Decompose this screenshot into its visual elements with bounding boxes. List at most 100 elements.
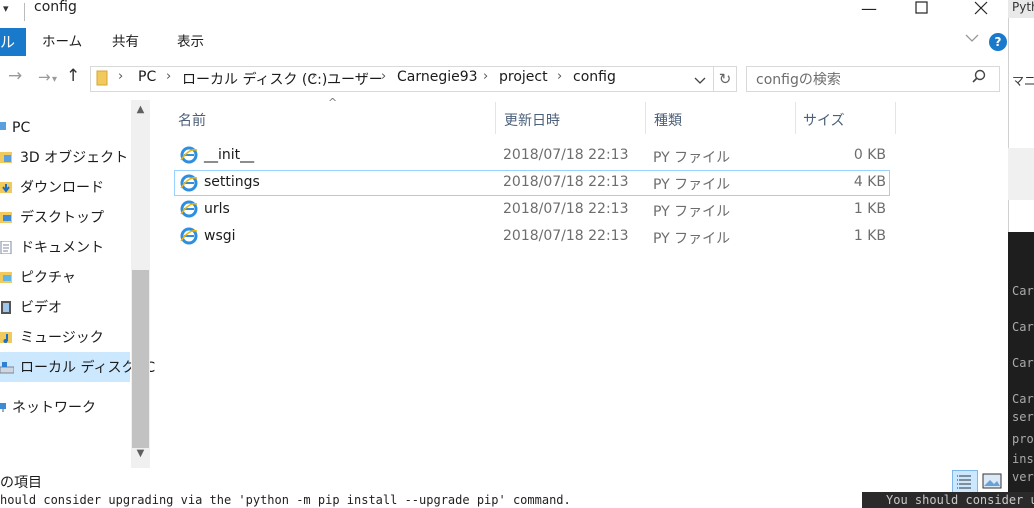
breadcrumb-separator[interactable]: › <box>483 69 488 84</box>
local-disk-icon <box>0 362 14 374</box>
file-row[interactable]: urls 2018/07/18 22:13 PY ファイル 1 KB <box>174 197 890 223</box>
search-icon[interactable] <box>972 69 986 87</box>
python-file-icon <box>180 200 198 218</box>
close-icon <box>974 1 988 15</box>
pictures-folder-icon <box>0 272 12 283</box>
title-separator <box>24 3 25 21</box>
sidebar-item-label: PC <box>12 120 31 136</box>
up-button[interactable]: ↑ <box>66 66 80 86</box>
python-file-icon <box>180 146 198 164</box>
3d-objects-icon <box>0 152 12 163</box>
breadcrumb-separator[interactable]: › <box>311 69 316 84</box>
music-folder-icon <box>0 332 12 343</box>
column-divider[interactable] <box>645 102 646 134</box>
file-type: PY ファイル <box>653 177 731 193</box>
tab-share[interactable]: 共有 <box>112 28 139 56</box>
sidebar-item-label: ダウンロード <box>20 180 104 196</box>
file-date: 2018/07/18 22:13 <box>503 174 629 190</box>
file-size: 4 KB <box>853 174 886 190</box>
column-header-date[interactable]: 更新日時 <box>504 110 560 130</box>
file-date: 2018/07/18 22:13 <box>503 228 629 244</box>
background-window-tab-label: Pyth <box>1012 0 1034 14</box>
large-icons-view-button[interactable] <box>982 472 1002 490</box>
status-item-count: の項目 <box>0 475 42 491</box>
ribbon <box>0 28 1008 56</box>
column-header-size[interactable]: サイズ <box>803 110 845 130</box>
sidebar-scroll-thumb[interactable] <box>132 270 149 448</box>
python-file-icon <box>180 227 198 245</box>
background-window-label: マニ <box>1008 72 1034 92</box>
ribbon-expand-icon[interactable] <box>965 32 979 47</box>
breadcrumb-separator[interactable]: › <box>166 69 171 84</box>
refresh-button[interactable]: ↻ <box>714 66 737 92</box>
background-terminal-line: inst <box>1012 452 1034 466</box>
breadcrumb-separator[interactable]: › <box>557 69 562 84</box>
background-window-panel <box>1008 148 1034 200</box>
background-terminal-line: sers <box>1012 410 1034 424</box>
file-tab[interactable]: ル <box>0 28 26 56</box>
breadcrumb-separator[interactable]: › <box>118 69 123 84</box>
videos-folder-icon <box>1 301 11 314</box>
file-type: PY ファイル <box>653 231 731 247</box>
maximize-button[interactable] <box>899 0 945 22</box>
background-terminal-line: Carn <box>1012 284 1034 298</box>
background-terminal-line: Carn <box>1012 356 1034 370</box>
background-window-tab: Pyth <box>1008 0 1034 18</box>
details-view-button[interactable] <box>952 470 978 494</box>
forward-button[interactable]: → <box>38 68 51 86</box>
minimize-button[interactable]: — <box>846 0 892 22</box>
close-button[interactable] <box>958 0 1004 22</box>
file-type: PY ファイル <box>653 150 731 166</box>
sort-ascending-icon: ^ <box>328 96 338 109</box>
scroll-down-icon[interactable]: ▼ <box>132 448 149 459</box>
column-header-type[interactable]: 種類 <box>654 110 682 130</box>
sidebar-item-label: 3D オブジェクト <box>20 150 129 166</box>
scroll-up-icon[interactable]: ▲ <box>132 104 149 115</box>
back-button[interactable]: → <box>8 66 22 86</box>
folder-icon <box>96 70 108 90</box>
file-row[interactable]: wsgi 2018/07/18 22:13 PY ファイル 1 KB <box>174 224 890 250</box>
background-terminal-line: pro <box>1012 432 1034 446</box>
sidebar-item-label: ミュージック <box>20 330 104 346</box>
file-size: 1 KB <box>853 228 886 244</box>
sidebar-item-label: ピクチャ <box>20 270 76 286</box>
file-size: 0 KB <box>853 147 886 163</box>
python-file-icon <box>180 174 198 192</box>
file-date: 2018/07/18 22:13 <box>503 147 629 163</box>
sidebar-item-label: ビデオ <box>20 300 62 316</box>
desktop-folder-icon <box>0 212 12 223</box>
column-divider[interactable] <box>795 102 796 134</box>
address-history-dropdown-icon[interactable] <box>694 74 706 89</box>
quick-access-dropdown-icon[interactable]: ▾ <box>3 2 9 15</box>
file-row-selected[interactable]: settings 2018/07/18 22:13 PY ファイル 4 KB <box>174 170 890 196</box>
sidebar-item-label: デスクトップ <box>20 210 104 226</box>
file-type: PY ファイル <box>653 204 731 220</box>
background-terminal-line: Carn <box>1012 320 1034 334</box>
breadcrumb-pc[interactable]: PC <box>138 69 156 85</box>
breadcrumb-separator[interactable]: › <box>381 69 386 84</box>
file-name: settings <box>204 174 260 190</box>
breadcrumb-config[interactable]: config <box>573 69 616 85</box>
details-view-icon <box>957 475 971 489</box>
help-icon[interactable]: ? <box>989 33 1007 51</box>
background-terminal-text: hould consider upgrading via the 'python… <box>0 492 862 508</box>
maximize-icon <box>915 1 928 14</box>
breadcrumb-project[interactable]: project <box>499 69 548 85</box>
background-window-label-text: マニ <box>1012 74 1034 88</box>
breadcrumb-users[interactable]: ユーザー <box>327 69 383 89</box>
column-header-name[interactable]: 名前 <box>178 110 206 130</box>
file-name: urls <box>204 201 230 217</box>
sidebar-item-label: ドキュメント <box>20 240 104 256</box>
window-title: config <box>34 0 77 15</box>
column-divider[interactable] <box>495 102 496 134</box>
background-terminal-text-right: You should consider u <box>862 492 1034 508</box>
recent-dropdown-icon[interactable]: ▾ <box>52 74 57 85</box>
breadcrumb-carnegie93[interactable]: Carnegie93 <box>397 69 478 85</box>
file-name: wsgi <box>204 228 236 244</box>
file-row[interactable]: __init__ 2018/07/18 22:13 PY ファイル 0 KB <box>174 143 890 169</box>
tab-home[interactable]: ホーム <box>42 28 82 56</box>
tab-view[interactable]: 表示 <box>177 28 204 56</box>
file-date: 2018/07/18 22:13 <box>503 201 629 217</box>
breadcrumb-local-disk[interactable]: ローカル ディスク (C:) <box>182 69 327 89</box>
column-divider[interactable] <box>895 102 896 134</box>
